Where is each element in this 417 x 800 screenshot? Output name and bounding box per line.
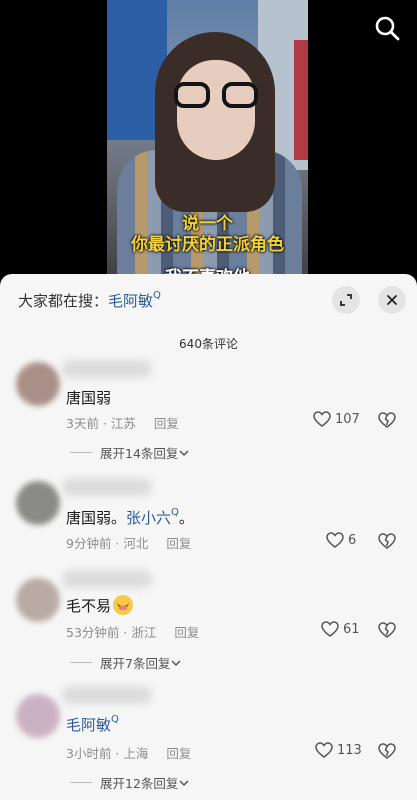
username[interactable]	[62, 686, 152, 704]
dislike-icon[interactable]	[378, 743, 396, 759]
reply-button[interactable]: 回复	[174, 625, 199, 640]
video-player[interactable]: 说一个 你最讨厌的正派角色 我不喜欢他	[107, 0, 308, 290]
chevron-down-icon	[179, 779, 189, 786]
comment-location: 河北	[123, 536, 149, 551]
expand-replies[interactable]: 展开12条回复	[70, 773, 190, 792]
comment-text: 毛不易	[66, 595, 134, 616]
comment-meta: 9分钟前 · 河北 回复	[66, 536, 192, 551]
comment-text: 毛阿敏Q	[66, 714, 119, 735]
reply-button[interactable]: 回复	[166, 746, 191, 761]
trending-search[interactable]: 大家都在搜：毛阿敏Q	[18, 290, 161, 311]
heart-icon	[321, 621, 339, 637]
like-count: 6	[348, 532, 357, 548]
comment-meta: 53分钟前 · 浙江 回复	[66, 625, 200, 640]
search-icon[interactable]	[373, 14, 401, 42]
chevron-down-icon	[171, 659, 181, 666]
background-stripe	[294, 40, 308, 160]
close-icon	[387, 295, 397, 305]
chevron-down-icon	[179, 449, 189, 456]
close-button[interactable]	[378, 286, 406, 314]
avatar[interactable]	[16, 578, 60, 622]
heart-icon	[315, 742, 333, 758]
search-small-icon: Q	[111, 714, 119, 725]
avatar[interactable]	[16, 362, 60, 406]
comment-text: 唐国弱。张小六Q。	[66, 507, 194, 527]
glasses	[174, 82, 258, 110]
comment-time: 9分钟前	[66, 536, 112, 551]
avatar[interactable]	[16, 481, 60, 525]
dislike-icon[interactable]	[378, 622, 396, 638]
comments-panel: 大家都在搜：毛阿敏Q 640条评论 唐国弱 3天前 · 江苏 回复 107 展开…	[0, 274, 417, 800]
like-button[interactable]: 107	[313, 411, 360, 427]
comment-location: 上海	[123, 746, 149, 761]
search-small-icon: Q	[153, 290, 161, 301]
comment-time: 3天前	[66, 416, 99, 431]
expand-button[interactable]	[332, 286, 360, 314]
divider	[70, 782, 92, 783]
expand-icon	[340, 294, 352, 306]
comment-count: 640条评论	[179, 337, 238, 351]
divider	[70, 452, 92, 453]
like-button[interactable]: 113	[315, 742, 362, 758]
expand-replies[interactable]: 展开7条回复	[70, 653, 182, 672]
expand-replies[interactable]: 展开14条回复	[70, 443, 190, 462]
reply-button[interactable]: 回复	[154, 416, 179, 431]
trending-search-keyword[interactable]: 毛阿敏	[108, 292, 153, 310]
comment-meta: 3天前 · 江苏 回复	[66, 416, 179, 431]
comment-text: 唐国弱	[66, 389, 112, 407]
like-count: 61	[343, 621, 360, 637]
comment-location: 江苏	[110, 416, 136, 431]
username[interactable]	[62, 478, 152, 496]
divider	[70, 662, 92, 663]
mention-link[interactable]: 张小六	[126, 509, 171, 527]
trending-search-label: 大家都在搜：	[18, 292, 109, 310]
like-count: 113	[337, 742, 362, 758]
comment-location: 浙江	[131, 625, 157, 640]
reply-button[interactable]: 回复	[166, 536, 191, 551]
like-button[interactable]: 61	[321, 621, 360, 637]
avatar[interactable]	[16, 694, 60, 738]
username[interactable]	[62, 570, 152, 588]
dislike-icon[interactable]	[378, 533, 396, 549]
username[interactable]	[62, 360, 152, 378]
face	[177, 60, 255, 160]
comment-time: 53分钟前	[66, 625, 120, 640]
video-subtitle: 你最讨厌的正派角色	[131, 235, 284, 255]
search-small-icon: Q	[171, 507, 179, 518]
heart-icon	[326, 532, 344, 548]
like-count: 107	[335, 411, 360, 427]
comment-time: 3小时前	[66, 746, 112, 761]
heart-icon	[313, 411, 331, 427]
dislike-icon[interactable]	[378, 412, 396, 428]
mention-link[interactable]: 毛阿敏	[66, 716, 111, 734]
comment-meta: 3小时前 · 上海 回复	[66, 746, 192, 761]
like-button[interactable]: 6	[326, 532, 356, 548]
laughing-emoji-icon	[113, 595, 134, 615]
